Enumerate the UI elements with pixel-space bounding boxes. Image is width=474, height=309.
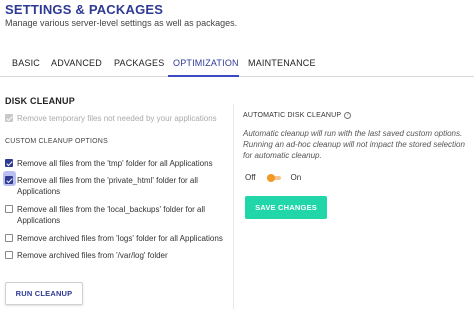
automatic-cleanup-description: Automatic cleanup will run with the last…	[243, 129, 465, 160]
option-var-log[interactable]: Remove archived files from '/var/log' fo…	[5, 250, 222, 261]
toggle-off-label: Off	[245, 173, 256, 182]
page-title: SETTINGS & PACKAGES	[5, 2, 164, 17]
option-logs-label: Remove archived files from 'logs' folder…	[17, 234, 223, 243]
page-subtitle: Manage various server-level settings as …	[5, 18, 238, 28]
tab-basic[interactable]: BASIC	[12, 58, 40, 68]
tab-optimization[interactable]: OPTIMIZATION	[173, 58, 239, 68]
info-icon[interactable]: ?	[344, 112, 352, 119]
remove-temporary-option: Remove temporary files not needed by you…	[5, 113, 237, 124]
option-logs-checkbox[interactable]	[5, 234, 13, 242]
automatic-cleanup-toggle-row: Off On	[245, 173, 301, 182]
tab-advanced[interactable]: ADVANCED	[51, 58, 102, 68]
option-logs[interactable]: Remove archived files from 'logs' folder…	[5, 233, 237, 244]
option-tmp[interactable]: Remove all files from the 'tmp' folder f…	[5, 158, 222, 169]
remove-temporary-label: Remove temporary files not needed by you…	[17, 114, 217, 123]
option-var-log-label: Remove archived files from '/var/log' fo…	[17, 251, 168, 260]
option-private-html-label: Remove all files from the 'private_html'…	[17, 176, 198, 196]
option-private-html-checkbox[interactable]	[5, 176, 13, 184]
remove-temporary-checkbox	[5, 114, 13, 122]
save-changes-button[interactable]: SAVE CHANGES	[245, 196, 327, 219]
option-local-backups[interactable]: Remove all files from the 'local_backups…	[5, 204, 217, 226]
tab-bar: BASIC ADVANCED PACKAGES OPTIMIZATION MAI…	[0, 52, 474, 77]
option-private-html[interactable]: Remove all files from the 'private_html'…	[5, 175, 217, 197]
automatic-cleanup-title: AUTOMATIC DISK CLEANUP	[243, 112, 342, 119]
automatic-cleanup-toggle[interactable]	[266, 173, 281, 182]
option-local-backups-checkbox[interactable]	[5, 205, 13, 213]
tab-maintenance[interactable]: MAINTENANCE	[248, 58, 316, 68]
automatic-cleanup-heading: AUTOMATIC DISK CLEANUP ?	[243, 112, 352, 119]
disk-cleanup-title: DISK CLEANUP	[5, 96, 75, 106]
toggle-on-label: On	[290, 173, 302, 182]
tab-packages[interactable]: PACKAGES	[114, 58, 164, 68]
custom-options-title: CUSTOM CLEANUP OPTIONS	[5, 138, 108, 145]
option-tmp-checkbox[interactable]	[5, 159, 13, 167]
column-divider	[233, 104, 234, 309]
active-tab-indicator	[168, 75, 239, 77]
page-header: SETTINGS & PACKAGES Manage various serve…	[0, 0, 474, 40]
option-var-log-checkbox[interactable]	[5, 251, 13, 259]
option-tmp-label: Remove all files from the 'tmp' folder f…	[17, 159, 213, 168]
run-cleanup-button[interactable]: RUN CLEANUP	[5, 282, 83, 305]
option-local-backups-label: Remove all files from the 'local_backups…	[17, 205, 206, 225]
toggle-knob	[266, 173, 275, 182]
